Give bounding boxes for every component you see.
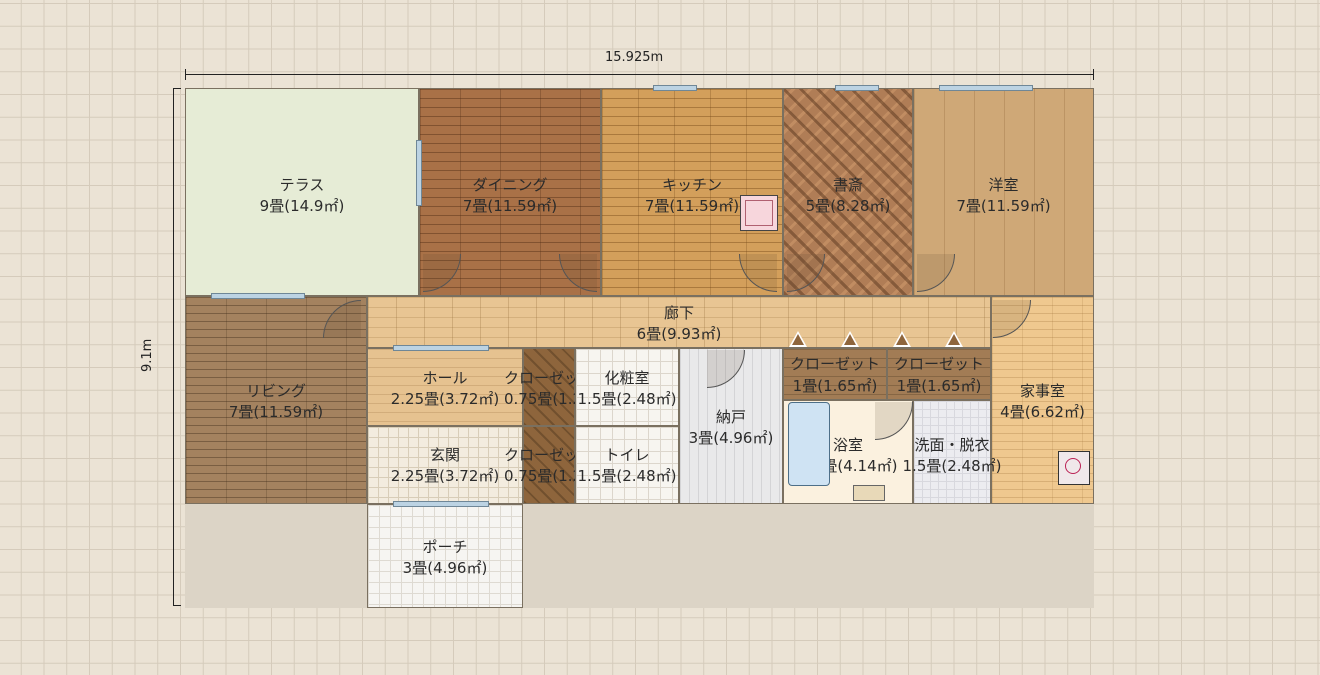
closet-fold-door-1[interactable] [789,331,807,347]
room-size: 3畳(4.96㎡) [688,429,774,447]
floor-plan: テラス 9畳(14.9㎡) ダイニング 7畳(11.59㎡) キッチン 7畳(1… [185,85,1094,608]
bathtub-icon [788,402,830,486]
window-terrace-dining [416,140,422,206]
room-size: 1.5畳(2.48㎡) [902,457,1002,475]
window-living [211,293,305,299]
room-entrance[interactable]: 玄関 2.25畳(3.72㎡) [367,426,523,504]
room-name: 書斎 [832,176,863,194]
room-name: キッチン [661,176,722,194]
room-name: クローゼット [789,355,880,373]
width-dimension-label: 15.925m [605,50,664,65]
window-hall [393,345,489,351]
room-toilet[interactable]: トイレ 1.5畳(2.48㎡) [575,426,679,504]
room-closet-b[interactable]: クローゼット 1畳(1.65㎡) [887,348,991,400]
room-closet-a[interactable]: クローゼット 1畳(1.65㎡) [783,348,887,400]
room-name: ポーチ [422,538,468,556]
room-size: 3畳(4.96㎡) [402,559,488,577]
closet-fold-door-3[interactable] [893,331,911,347]
room-name: 納戸 [715,408,746,426]
room-name: テラス [279,176,325,194]
room-size: 2.25畳(3.72㎡) [390,390,500,408]
washing-machine-icon [1058,451,1090,485]
yard-area [185,504,1094,608]
room-size: 5畳(8.28㎡) [805,197,891,215]
room-name: 家事室 [1019,382,1065,400]
window-kitchen [653,85,697,91]
room-size: 7畳(11.59㎡) [228,403,324,421]
room-closet-upper[interactable]: クローゼット 0.75畳(1.24㎡) [504,348,613,426]
window-western [939,85,1033,91]
sink-icon [853,485,885,501]
closet-fold-door-2[interactable] [841,331,859,347]
room-terrace[interactable]: テラス 9畳(14.9㎡) [185,88,419,296]
room-size: 2.25畳(3.72㎡) [390,467,500,485]
window-entrance [393,501,489,507]
room-washroom[interactable]: 洗面・脱衣 1.5畳(2.48㎡) [903,400,1001,504]
room-size: 9畳(14.9㎡) [259,197,345,215]
window-study [835,85,879,91]
width-dimension-line [185,69,1094,80]
room-size: 1畳(1.65㎡) [896,377,982,395]
room-size: 1.5畳(2.48㎡) [577,390,677,408]
height-dimension-label: 9.1m [140,338,155,372]
closet-fold-door-4[interactable] [945,331,963,347]
room-hall[interactable]: ホール 2.25畳(3.72㎡) [367,348,523,426]
stove-icon [740,195,778,231]
room-name: ダイニング [472,176,548,194]
height-dimension-line [173,88,181,606]
room-powder[interactable]: 化粧室 1.5畳(2.48㎡) [575,348,679,426]
room-closet-lower[interactable]: クローゼット 0.75畳(1.24㎡) [504,426,613,504]
room-name: 洋室 [988,176,1019,194]
room-name: 廊下 [663,304,694,322]
room-name: ホール [422,369,468,387]
room-size: 7畳(11.59㎡) [462,197,558,215]
room-name: クローゼット [893,355,984,373]
room-size: 4畳(6.62㎡) [1000,403,1085,421]
room-size: 7畳(11.59㎡) [956,197,1051,215]
room-name: 玄関 [429,446,460,464]
room-porch[interactable]: ポーチ 3畳(4.96㎡) [367,504,523,608]
room-size: 1.5畳(2.48㎡) [577,467,677,485]
room-name: トイレ [604,446,650,464]
room-name: 洗面・脱衣 [914,436,990,454]
room-name: リビング [245,382,306,400]
room-name: 化粧室 [604,369,650,387]
room-size: 1畳(1.65㎡) [792,377,878,395]
